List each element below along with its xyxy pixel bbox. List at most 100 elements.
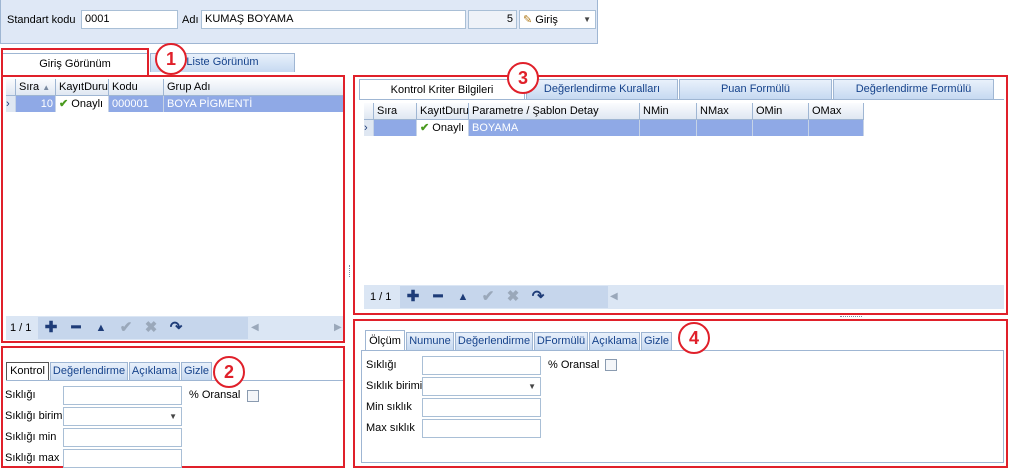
chevron-down-icon: ▼	[528, 382, 536, 391]
tab-divider	[359, 99, 1004, 100]
sikligi-label: Sıklığı	[366, 359, 397, 371]
max-siklik-input[interactable]	[422, 419, 541, 438]
cancel-icon[interactable]: ✖	[140, 317, 162, 339]
cell-kayitdurum: ✔ Onaylı	[56, 96, 109, 112]
row-indicator-icon: ›	[364, 120, 374, 136]
checkmark-icon: ✔	[420, 122, 430, 134]
scroll-right-icon[interactable]: ▶	[334, 322, 342, 333]
left-grid-header: Sıra ▲ KayıtDurum Kodu Grup Adı	[6, 79, 343, 96]
confirm-icon[interactable]: ✔	[477, 286, 499, 308]
scroll-left-icon[interactable]: ◀	[610, 291, 618, 302]
chevron-down-icon: ▼	[583, 15, 591, 24]
cell-kayitdurum-text: Onaylı	[432, 122, 465, 134]
tab-aciklama[interactable]: Açıklama	[589, 332, 640, 350]
siklik-birimi-label: Sıklık birimi	[366, 380, 423, 392]
cell-omax	[809, 120, 864, 136]
row-indicator-icon: ›	[6, 96, 16, 112]
siklik-birimi-dropdown[interactable]: ▼	[422, 377, 541, 396]
sikligi-birimi-label: Sıklığı birimi	[5, 410, 65, 422]
tab-kontrol-kriter-bilgileri[interactable]: Kontrol Kriter Bilgileri	[359, 79, 525, 100]
sikligi-min-input[interactable]	[63, 428, 182, 447]
adi-label: Adı	[182, 14, 199, 26]
col-nmax[interactable]: NMax	[697, 103, 753, 120]
horizontal-splitter-grip[interactable]	[840, 316, 862, 318]
cell-parametre: BOYAMA	[469, 120, 640, 136]
tab-degerlendirme-kurallari[interactable]: Değerlendirme Kuralları	[526, 79, 678, 99]
oransal-checkbox[interactable]	[247, 390, 259, 402]
checkmark-icon: ✔	[59, 98, 69, 110]
scroll-left-icon[interactable]: ◀	[251, 322, 259, 333]
top-toolbar: Standart kodu 0001 Adı KUMAŞ BOYAMA 5 ✎ …	[0, 0, 1009, 44]
row-indicator-header	[364, 103, 374, 120]
col-omin[interactable]: OMin	[753, 103, 809, 120]
sikligi-input[interactable]	[63, 386, 182, 405]
tab-divider	[6, 380, 343, 381]
splitter-grip	[349, 265, 351, 277]
cell-kayitdurum-text: Onaylı	[71, 98, 104, 110]
tab-aciklama[interactable]: Açıklama	[129, 362, 180, 380]
cell-grup-adi: BOYA PİGMENTİ	[167, 98, 253, 110]
giris-dropdown[interactable]: ✎ Giriş ▼	[519, 10, 596, 29]
adi-input[interactable]: KUMAŞ BOYAMA	[201, 10, 466, 29]
cancel-icon[interactable]: ✖	[502, 286, 524, 308]
cell-sira: 10	[16, 96, 56, 112]
col-grup-adi[interactable]: Grup Adı	[164, 79, 343, 96]
table-row[interactable]: › 10 ✔ Onaylı 000001 BOYA PİGMENTİ	[6, 96, 343, 112]
tab-gizle[interactable]: Gizle	[181, 362, 212, 380]
col-omax[interactable]: OMax	[809, 103, 864, 120]
col-sira[interactable]: Sıra ▲	[16, 79, 56, 96]
tab-degerlendirme[interactable]: Değerlendirme	[50, 362, 128, 380]
highlight-tab	[1, 48, 149, 76]
badge-1: 1	[155, 43, 187, 75]
tab-olcum[interactable]: Ölçüm	[365, 330, 405, 351]
tab-numune[interactable]: Numune	[406, 332, 454, 350]
max-siklik-label: Max sıklık	[366, 422, 415, 434]
tab-liste-gorunum-label: Liste Görünüm	[186, 56, 259, 68]
standart-kodu-input[interactable]: 0001	[81, 10, 178, 29]
tab-degerlendirme[interactable]: Değerlendirme	[455, 332, 533, 350]
tab-kontrol[interactable]: Kontrol	[6, 362, 49, 380]
right-navigator: 1 / 1 ✚ ━ ▲ ✔ ✖ ↷ ◀	[364, 285, 1004, 309]
refresh-icon[interactable]: ↷	[527, 286, 549, 308]
sikligi-max-input[interactable]	[63, 449, 182, 468]
col-sira[interactable]: Sıra	[374, 103, 417, 120]
remove-icon[interactable]: ━	[65, 317, 87, 339]
nav-button-strip: ✚ ━ ▲ ✔ ✖ ↷	[400, 286, 608, 308]
add-icon[interactable]: ✚	[40, 317, 62, 339]
remove-icon[interactable]: ━	[427, 286, 449, 308]
cell-nmin	[640, 120, 697, 136]
refresh-icon[interactable]: ↷	[165, 317, 187, 339]
right-grid-panel: Kontrol Kriter Bilgileri Değerlendirme K…	[353, 75, 1008, 315]
min-siklik-input[interactable]	[422, 398, 541, 417]
table-row[interactable]: › ✔ Onaylı BOYAMA	[364, 120, 864, 136]
sikligi-input[interactable]	[422, 356, 541, 375]
add-icon[interactable]: ✚	[402, 286, 424, 308]
left-detail-panel: Kontrol Değerlendirme Açıklama Gizle Sık…	[1, 346, 345, 468]
right-pager-text: 1 / 1	[370, 291, 392, 303]
tab-dformulu[interactable]: DFormülü	[534, 332, 588, 350]
giris-dropdown-label: Giriş	[535, 14, 558, 26]
oransal-checkbox[interactable]	[605, 359, 617, 371]
nav-button-strip: ✚ ━ ▲ ✔ ✖ ↷	[38, 317, 248, 339]
tab-puan-formulu[interactable]: Puan Formülü	[679, 79, 832, 99]
badge-3: 3	[507, 62, 539, 94]
badge-2: 2	[213, 356, 245, 388]
sort-asc-icon: ▲	[42, 83, 51, 92]
move-up-icon[interactable]: ▲	[452, 286, 474, 308]
sikligi-birimi-dropdown[interactable]: ▼	[63, 407, 182, 426]
move-up-icon[interactable]: ▲	[90, 317, 112, 339]
tab-degerlendirme-formulu[interactable]: Değerlendirme Formülü	[833, 79, 994, 99]
sikligi-min-label: Sıklığı min	[5, 431, 57, 443]
standart-kodu-label: Standart kodu	[7, 14, 76, 26]
col-kayitdurum[interactable]: KayıtDurum	[56, 79, 109, 96]
col-parametre[interactable]: Parametre / Şablon Detay	[469, 103, 640, 120]
col-kodu[interactable]: Kodu	[109, 79, 164, 96]
right-grid-header: Sıra KayıtDurum Parametre / Şablon Detay…	[364, 103, 864, 120]
left-pager-text: 1 / 1	[10, 322, 32, 334]
min-siklik-label: Min sıklık	[366, 401, 412, 413]
col-kayitdurum[interactable]: KayıtDurum	[417, 103, 469, 120]
tab-gizle[interactable]: Gizle	[641, 332, 672, 350]
confirm-icon[interactable]: ✔	[115, 317, 137, 339]
row-indicator-header	[6, 79, 16, 96]
col-nmin[interactable]: NMin	[640, 103, 697, 120]
